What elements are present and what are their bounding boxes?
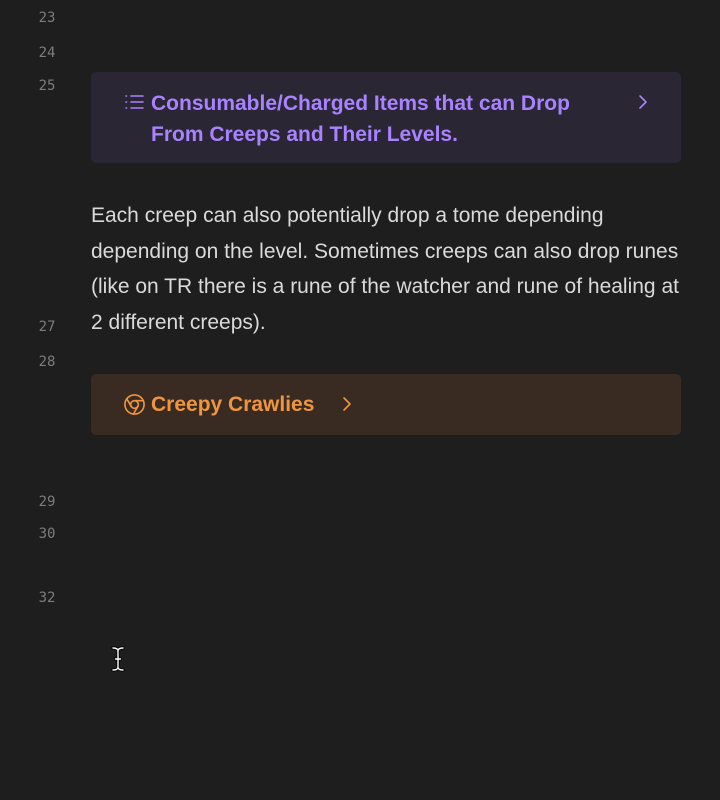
toc-callout-title[interactable]: Consumable/Charged Items that can Drop F… — [151, 88, 621, 150]
chevron-right-icon[interactable] — [341, 396, 353, 412]
line-number: 25 — [38, 78, 56, 94]
list-icon — [125, 95, 144, 109]
line-number: 27 — [38, 319, 56, 335]
text-cursor-icon — [111, 646, 125, 672]
chevron-right-icon[interactable] — [637, 94, 649, 110]
body-paragraph[interactable]: Each creep can also potentially drop a t… — [91, 198, 691, 340]
link-callout-title[interactable]: Creepy Crawlies — [151, 389, 314, 420]
toc-callout[interactable]: Consumable/Charged Items that can Drop F… — [91, 72, 681, 163]
line-number: 29 — [38, 494, 56, 510]
line-number: 24 — [38, 45, 56, 61]
link-callout[interactable]: Creepy Crawlies — [91, 374, 681, 435]
editor[interactable]: 23 24 25 27 28 29 30 32 Consumable/Charg… — [0, 0, 720, 800]
line-number: 30 — [38, 526, 56, 542]
line-number: 32 — [38, 590, 56, 606]
line-number: 28 — [38, 354, 56, 370]
line-number: 23 — [38, 10, 56, 26]
chrome-icon — [124, 394, 145, 415]
